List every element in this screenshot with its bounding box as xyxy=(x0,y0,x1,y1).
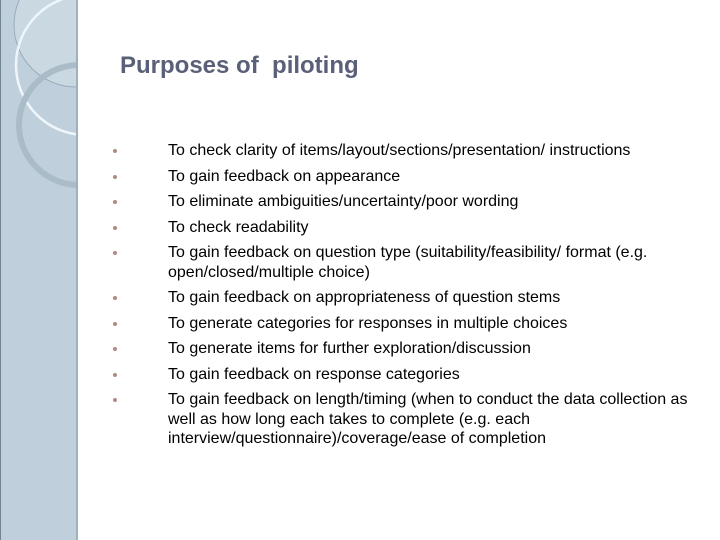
bullet-icon xyxy=(113,321,117,326)
list-item: To check clarity of items/layout/section… xyxy=(110,141,710,161)
bullet-icon xyxy=(113,174,117,179)
list-item: To gain feedback on response categories xyxy=(110,365,710,385)
bullet-text: To check clarity of items/layout/section… xyxy=(168,142,631,159)
bullet-text: To gain feedback on response categories xyxy=(168,365,460,383)
bullet-icon xyxy=(113,347,117,351)
list-item: To generate items for further exploratio… xyxy=(110,339,710,359)
bullet-icon xyxy=(113,200,117,204)
bullet-icon xyxy=(113,225,117,230)
bullet-text: To gain feedback on question type (suita… xyxy=(168,244,648,281)
bullet-icon xyxy=(113,398,117,402)
list-item: To gain feedback on appropriateness of q… xyxy=(110,288,710,308)
bullet-text: To generate items for further exploratio… xyxy=(168,340,531,357)
list-item: To gain feedback on question type (suita… xyxy=(110,243,710,282)
bullet-text: To generate categories for responses in … xyxy=(168,314,568,332)
bullet-text: To gain feedback on appearance xyxy=(168,167,401,185)
decorative-side-panel xyxy=(0,0,78,540)
list-item: To gain feedback on appearance xyxy=(110,167,710,187)
list-item: To check readability xyxy=(110,218,710,238)
slide-title: Purposes of piloting xyxy=(120,52,359,79)
bullet-text: To check readability xyxy=(168,218,309,236)
bullet-icon xyxy=(113,296,117,300)
bullet-text: To gain feedback on length/timing (when … xyxy=(168,391,688,447)
bullet-icon xyxy=(113,149,117,153)
decorative-circles-icon xyxy=(13,0,76,188)
bullet-list: To check clarity of items/layout/section… xyxy=(110,141,710,455)
list-item: To eliminate ambiguities/uncertainty/poo… xyxy=(110,192,710,212)
bullet-text: To gain feedback on appropriateness of q… xyxy=(168,289,561,306)
bullet-icon xyxy=(113,251,117,255)
bullet-text: To eliminate ambiguities/uncertainty/poo… xyxy=(168,193,519,210)
bullet-icon xyxy=(113,372,117,377)
list-item: To generate categories for responses in … xyxy=(110,314,710,334)
list-item: To gain feedback on length/timing (when … xyxy=(110,390,710,449)
